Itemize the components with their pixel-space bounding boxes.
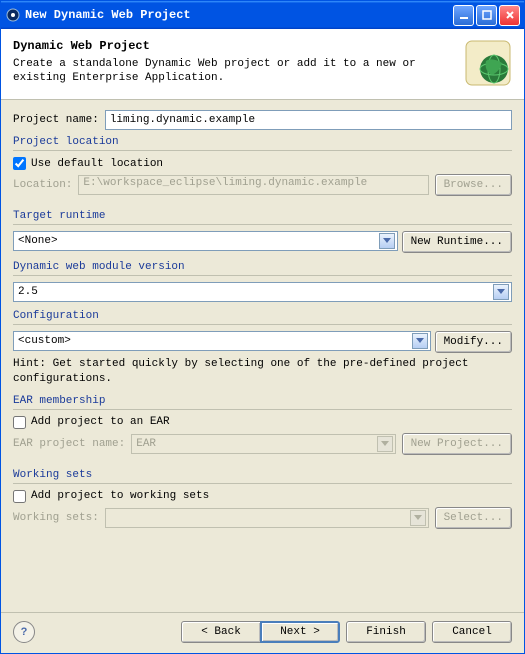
configuration-title: Configuration (13, 310, 512, 325)
banner-description: Create a standalone Dynamic Web project … (13, 57, 456, 86)
banner: Dynamic Web Project Create a standalone … (1, 29, 524, 100)
configuration-group: Configuration <custom> Modify... Hint: G… (13, 310, 512, 389)
module-version-select[interactable]: 2.5 (13, 282, 512, 302)
next-button[interactable]: Next > (260, 621, 340, 643)
chevron-down-icon (377, 436, 393, 452)
working-sets-group: Working sets Add project to working sets… (13, 469, 512, 537)
configuration-hint: Hint: Get started quickly by selecting o… (13, 357, 512, 387)
configuration-select[interactable]: <custom> (13, 331, 431, 351)
banner-title: Dynamic Web Project (13, 39, 456, 53)
new-runtime-button[interactable]: New Runtime... (402, 231, 512, 253)
working-sets-select (105, 508, 429, 528)
working-sets-title: Working sets (13, 469, 512, 484)
module-version-group: Dynamic web module version 2.5 (13, 261, 512, 304)
cancel-button[interactable]: Cancel (432, 621, 512, 643)
ear-project-name-value: EAR (136, 438, 156, 450)
location-label: Location: (13, 179, 72, 191)
finish-button[interactable]: Finish (346, 621, 426, 643)
footer: ? < Back Next > Finish Cancel (1, 612, 524, 653)
globe-icon (464, 39, 512, 87)
target-runtime-title: Target runtime (13, 210, 512, 225)
chevron-down-icon[interactable] (379, 233, 395, 249)
use-default-location-input[interactable] (13, 157, 26, 170)
window-title: New Dynamic Web Project (25, 8, 451, 22)
chevron-down-icon (410, 510, 426, 526)
select-working-sets-button: Select... (435, 507, 512, 529)
add-to-working-sets-checkbox[interactable]: Add project to working sets (13, 490, 512, 503)
help-icon[interactable]: ? (13, 621, 35, 643)
project-name-input[interactable] (105, 110, 512, 130)
module-version-value: 2.5 (18, 286, 38, 298)
ear-project-name-label: EAR project name: (13, 438, 125, 450)
chevron-down-icon[interactable] (493, 284, 509, 300)
location-input: E:\workspace_eclipse\liming.dynamic.exam… (78, 175, 428, 195)
ear-title: EAR membership (13, 395, 512, 410)
browse-button: Browse... (435, 174, 512, 196)
use-default-location-label: Use default location (31, 158, 163, 170)
close-button[interactable] (499, 5, 520, 26)
maximize-button[interactable] (476, 5, 497, 26)
add-to-ear-input[interactable] (13, 416, 26, 429)
new-ear-project-button: New Project... (402, 433, 512, 455)
dialog-window: New Dynamic Web Project Dynamic Web Proj… (0, 0, 525, 654)
project-location-group: Project location Use default location Lo… (13, 136, 512, 204)
add-to-ear-label: Add project to an EAR (31, 416, 170, 428)
minimize-button[interactable] (453, 5, 474, 26)
module-version-title: Dynamic web module version (13, 261, 512, 276)
project-location-title: Project location (13, 136, 512, 151)
back-button[interactable]: < Back (181, 621, 261, 643)
chevron-down-icon[interactable] (412, 333, 428, 349)
add-to-working-sets-input[interactable] (13, 490, 26, 503)
ear-membership-group: EAR membership Add project to an EAR EAR… (13, 395, 512, 463)
modify-button[interactable]: Modify... (435, 331, 512, 353)
add-to-ear-checkbox[interactable]: Add project to an EAR (13, 416, 512, 429)
target-runtime-group: Target runtime <None> New Runtime... (13, 210, 512, 255)
ear-project-name-select: EAR (131, 434, 395, 454)
use-default-location-checkbox[interactable]: Use default location (13, 157, 512, 170)
target-runtime-value: <None> (18, 235, 58, 247)
working-sets-label: Working sets: (13, 512, 99, 524)
configuration-value: <custom> (18, 335, 71, 347)
titlebar: New Dynamic Web Project (1, 1, 524, 29)
app-icon (5, 7, 21, 23)
content-area: Project name: Project location Use defau… (1, 100, 524, 612)
add-to-working-sets-label: Add project to working sets (31, 490, 209, 502)
project-name-label: Project name: (13, 114, 99, 126)
target-runtime-select[interactable]: <None> (13, 231, 398, 251)
